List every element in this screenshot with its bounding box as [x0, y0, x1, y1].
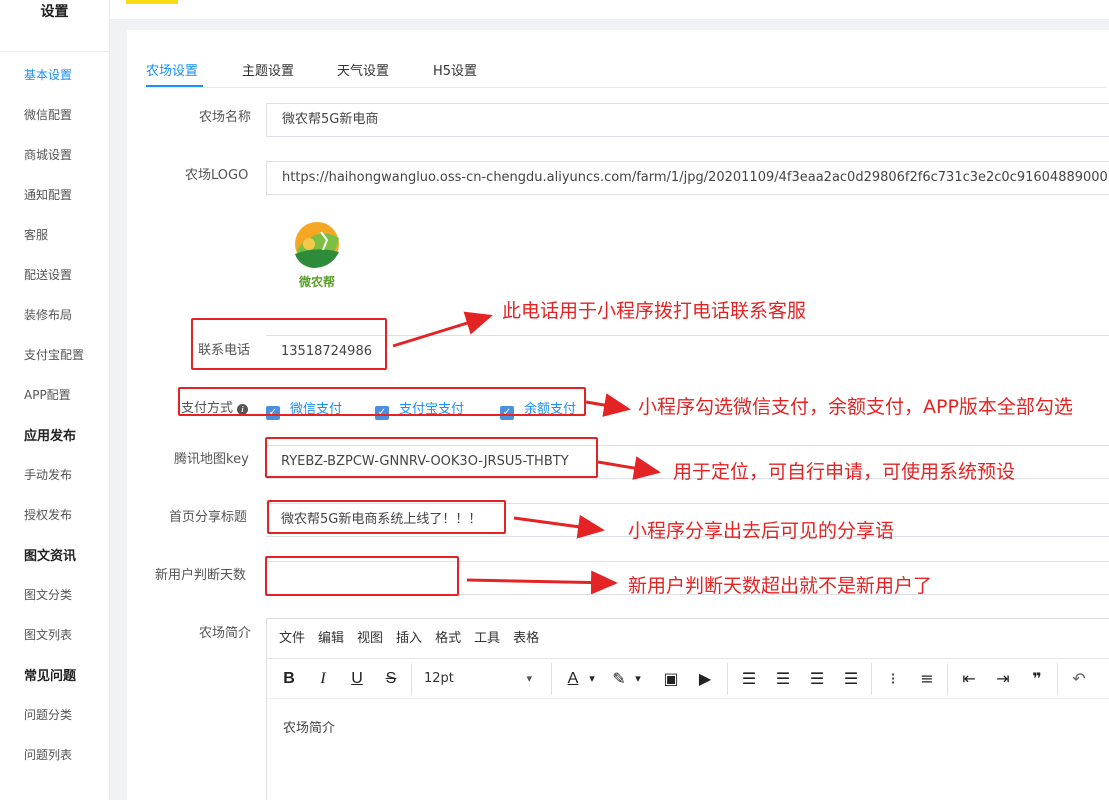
sidebar-item-alipay-config[interactable]: 支付宝配置	[24, 346, 84, 363]
breadcrumb-tag	[126, 0, 178, 4]
menu-view[interactable]: 视图	[357, 619, 383, 659]
image-icon[interactable]: ▣	[659, 659, 683, 699]
sidebar-item-app-config[interactable]: APP配置	[24, 386, 71, 403]
sidebar-item-wechat-config[interactable]: 微信配置	[24, 106, 72, 123]
text-color-icon[interactable]: A	[561, 659, 585, 699]
farm-name-input[interactable]: 微农帮5G新电商	[266, 103, 1109, 137]
rich-text-editor: 文件 编辑 视图 插入 格式 工具 表格 B I U S 12pt ▾ A ▾ ✎ ▾ ▣ ▶…	[266, 618, 1109, 800]
underline-icon[interactable]: U	[345, 659, 369, 699]
new-user-days-label: 新用户判断天数	[155, 568, 247, 583]
italic-icon[interactable]: I	[311, 659, 335, 699]
phone-input[interactable]: 13518724986	[266, 335, 1109, 369]
annotation-text-share: 小程序分享出去后可见的分享语	[628, 520, 895, 542]
farm-name-label: 农场名称	[199, 110, 252, 125]
sidebar-title: 设置	[0, 0, 109, 52]
bold-icon[interactable]: B	[277, 659, 301, 699]
logo-text: 微农帮	[298, 274, 335, 289]
sidebar-group-app-publish: 应用发布	[24, 429, 77, 444]
sidebar-item-basic-settings[interactable]: 基本设置	[24, 66, 72, 83]
outdent-icon[interactable]: ⇤	[957, 659, 981, 699]
menu-tools[interactable]: 工具	[474, 619, 500, 659]
logo-graphic-icon: 微农帮	[295, 222, 339, 289]
sidebar-group-articles: 图文资讯	[24, 549, 77, 564]
annotation-text-payment: 小程序勾选微信支付，余额支付，APP版本全部勾选	[638, 396, 1073, 418]
map-key-label: 腾讯地图key	[174, 452, 249, 467]
sidebar-item-article-category[interactable]: 图文分类	[24, 586, 72, 603]
undo-icon[interactable]: ↶	[1067, 659, 1091, 699]
toolbar-divider	[411, 663, 412, 695]
sidebar-item-manual-publish[interactable]: 手动发布	[24, 466, 72, 483]
sidebar-group-faq: 常见问题	[24, 669, 77, 684]
annotation-box-payment	[178, 387, 586, 416]
tab-theme-settings[interactable]: 主题设置	[242, 60, 294, 79]
top-bar	[110, 0, 1109, 20]
farm-logo-image[interactable]: 微农帮	[287, 220, 347, 290]
chevron-down-icon[interactable]: ▾	[631, 659, 645, 699]
farm-logo-label: 农场LOGO	[185, 168, 249, 183]
tab-active-indicator	[146, 85, 203, 87]
blockquote-icon[interactable]: ❞	[1025, 659, 1049, 699]
annotation-box-new-user-days	[265, 556, 459, 596]
annotation-box-share-title	[267, 500, 506, 534]
sidebar: 设置 基本设置 微信配置 商城设置 通知配置 客服 配送设置 装修布局 支付宝配…	[0, 0, 110, 800]
sidebar-item-auth-publish[interactable]: 授权发布	[24, 506, 72, 523]
annotation-box-phone	[191, 318, 387, 370]
editor-toolbar: B I U S 12pt ▾ A ▾ ✎ ▾ ▣ ▶ ☰ ☰ ☰ ☰ ⁝ ≡ ⇤ …	[267, 659, 1109, 699]
tab-weather-settings[interactable]: 天气设置	[337, 60, 389, 79]
bullet-list-icon[interactable]: ⁝	[881, 659, 905, 699]
farm-logo-url-input[interactable]: https://haihongwangluo.oss-cn-chengdu.al…	[266, 161, 1109, 195]
font-size-value: 12pt	[424, 671, 454, 686]
annotation-text-new-user: 新用户判断天数超出就不是新用户了	[628, 575, 933, 597]
farm-intro-label: 农场简介	[199, 626, 252, 641]
menu-file[interactable]: 文件	[279, 619, 305, 659]
align-center-icon[interactable]: ☰	[771, 659, 795, 699]
sidebar-item-mall-settings[interactable]: 商城设置	[24, 146, 72, 163]
annotation-box-map-key	[265, 437, 598, 478]
menu-edit[interactable]: 编辑	[318, 619, 344, 659]
numbered-list-icon[interactable]: ≡	[915, 659, 939, 699]
sidebar-item-article-list[interactable]: 图文列表	[24, 626, 72, 643]
chevron-down-icon[interactable]: ▾	[585, 659, 599, 699]
sidebar-item-decoration-layout[interactable]: 装修布局	[24, 306, 72, 323]
indent-icon[interactable]: ⇥	[991, 659, 1015, 699]
strikethrough-icon[interactable]: S	[379, 659, 403, 699]
align-left-icon[interactable]: ☰	[737, 659, 761, 699]
align-right-icon[interactable]: ☰	[805, 659, 829, 699]
sidebar-item-notify-config[interactable]: 通知配置	[24, 186, 72, 203]
chevron-down-icon: ▾	[526, 672, 532, 685]
sidebar-item-faq-list[interactable]: 问题列表	[24, 746, 72, 763]
editor-content[interactable]: 农场简介	[267, 699, 1109, 754]
tab-h5-settings[interactable]: H5设置	[433, 60, 477, 79]
toolbar-divider	[947, 663, 948, 695]
sidebar-item-faq-category[interactable]: 问题分类	[24, 706, 72, 723]
tab-bar: 农场设置 主题设置 天气设置 H5设置	[146, 52, 1106, 88]
annotation-text-map-key: 用于定位，可自行申请，可使用系统预设	[673, 461, 1016, 483]
toolbar-divider	[727, 663, 728, 695]
media-icon[interactable]: ▶	[693, 659, 717, 699]
align-justify-icon[interactable]: ☰	[839, 659, 863, 699]
highlight-icon[interactable]: ✎	[607, 659, 631, 699]
toolbar-divider	[551, 663, 552, 695]
font-size-select[interactable]: 12pt ▾	[422, 659, 542, 699]
menu-insert[interactable]: 插入	[396, 619, 422, 659]
annotation-text-phone: 此电话用于小程序拨打电话联系客服	[502, 300, 807, 322]
toolbar-divider	[871, 663, 872, 695]
menu-format[interactable]: 格式	[435, 619, 461, 659]
toolbar-divider	[1057, 663, 1058, 695]
sidebar-item-customer-service[interactable]: 客服	[24, 226, 48, 243]
share-title-label: 首页分享标题	[169, 510, 248, 525]
sidebar-item-delivery-settings[interactable]: 配送设置	[24, 266, 72, 283]
tab-farm-settings[interactable]: 农场设置	[146, 60, 198, 79]
editor-menubar: 文件 编辑 视图 插入 格式 工具 表格	[267, 619, 1109, 659]
menu-table[interactable]: 表格	[513, 619, 539, 659]
